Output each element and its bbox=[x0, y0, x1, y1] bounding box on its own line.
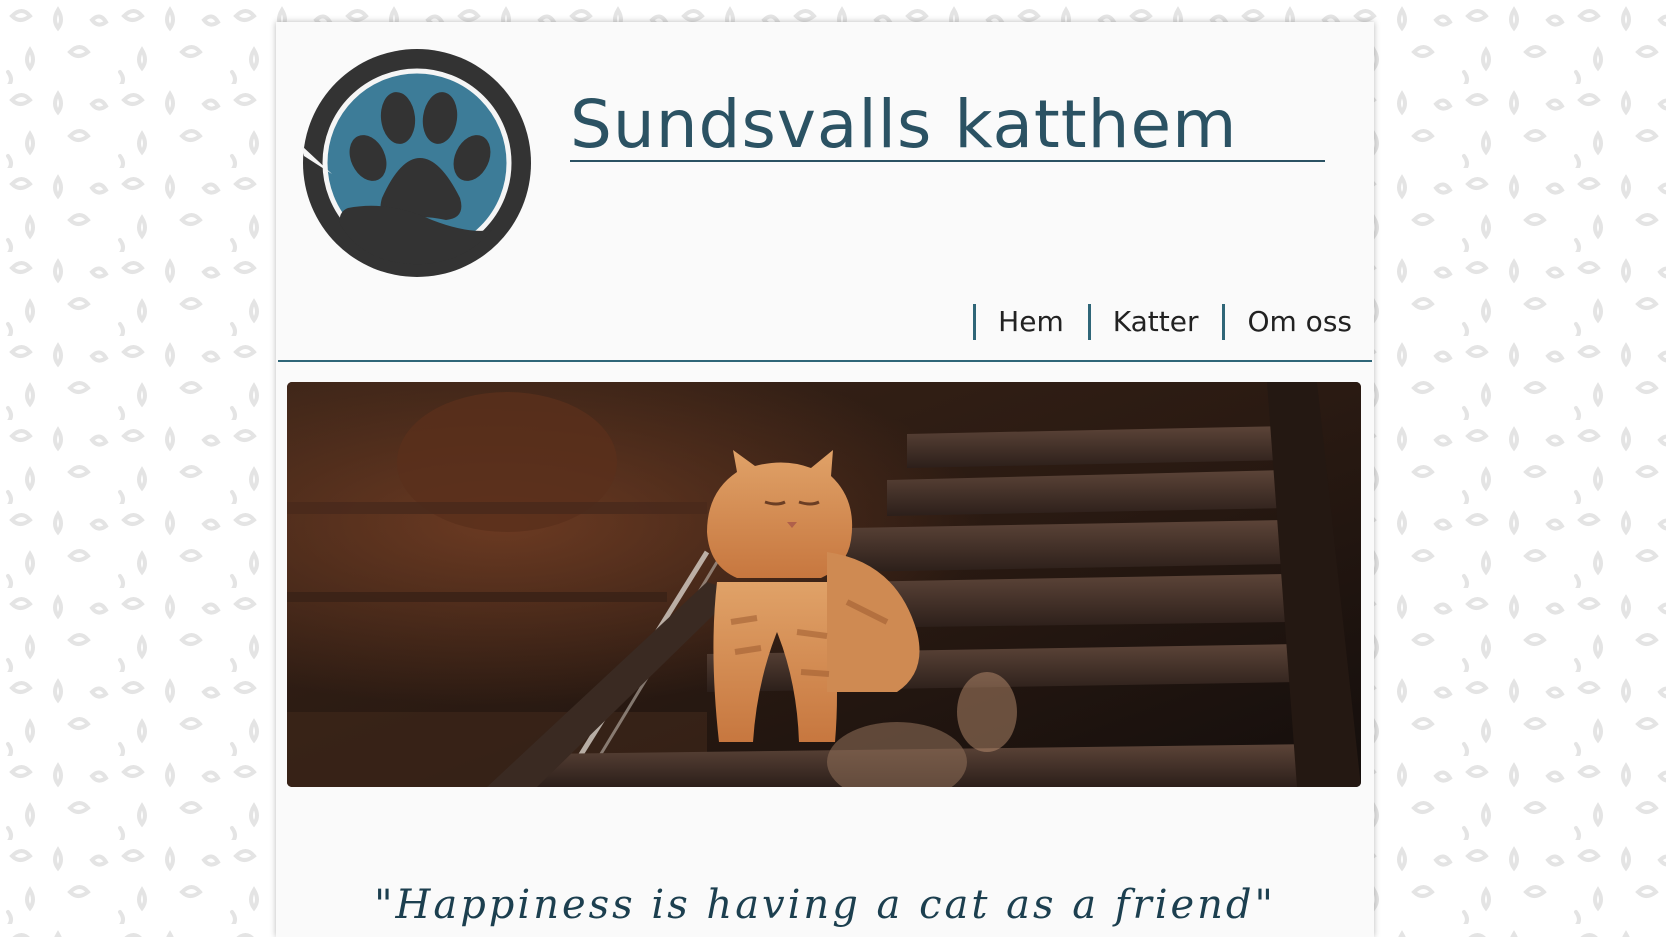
quote-text: "Happiness is having a cat as a friend" bbox=[374, 882, 1276, 928]
header-divider bbox=[278, 360, 1372, 362]
main-nav: Hem Katter Om oss bbox=[973, 304, 1352, 340]
site-title-link[interactable]: Sundsvalls katthem bbox=[570, 92, 1325, 162]
paw-in-hand-icon[interactable] bbox=[302, 48, 532, 278]
page-container: Sundsvalls katthem Hem Katter Om oss "Ha… bbox=[276, 22, 1374, 937]
nav-item-katter[interactable]: Katter bbox=[1087, 304, 1198, 340]
nav-item-hem[interactable]: Hem bbox=[973, 304, 1064, 340]
nav-item-om-oss[interactable]: Om oss bbox=[1222, 304, 1352, 340]
hero-image bbox=[287, 382, 1361, 787]
